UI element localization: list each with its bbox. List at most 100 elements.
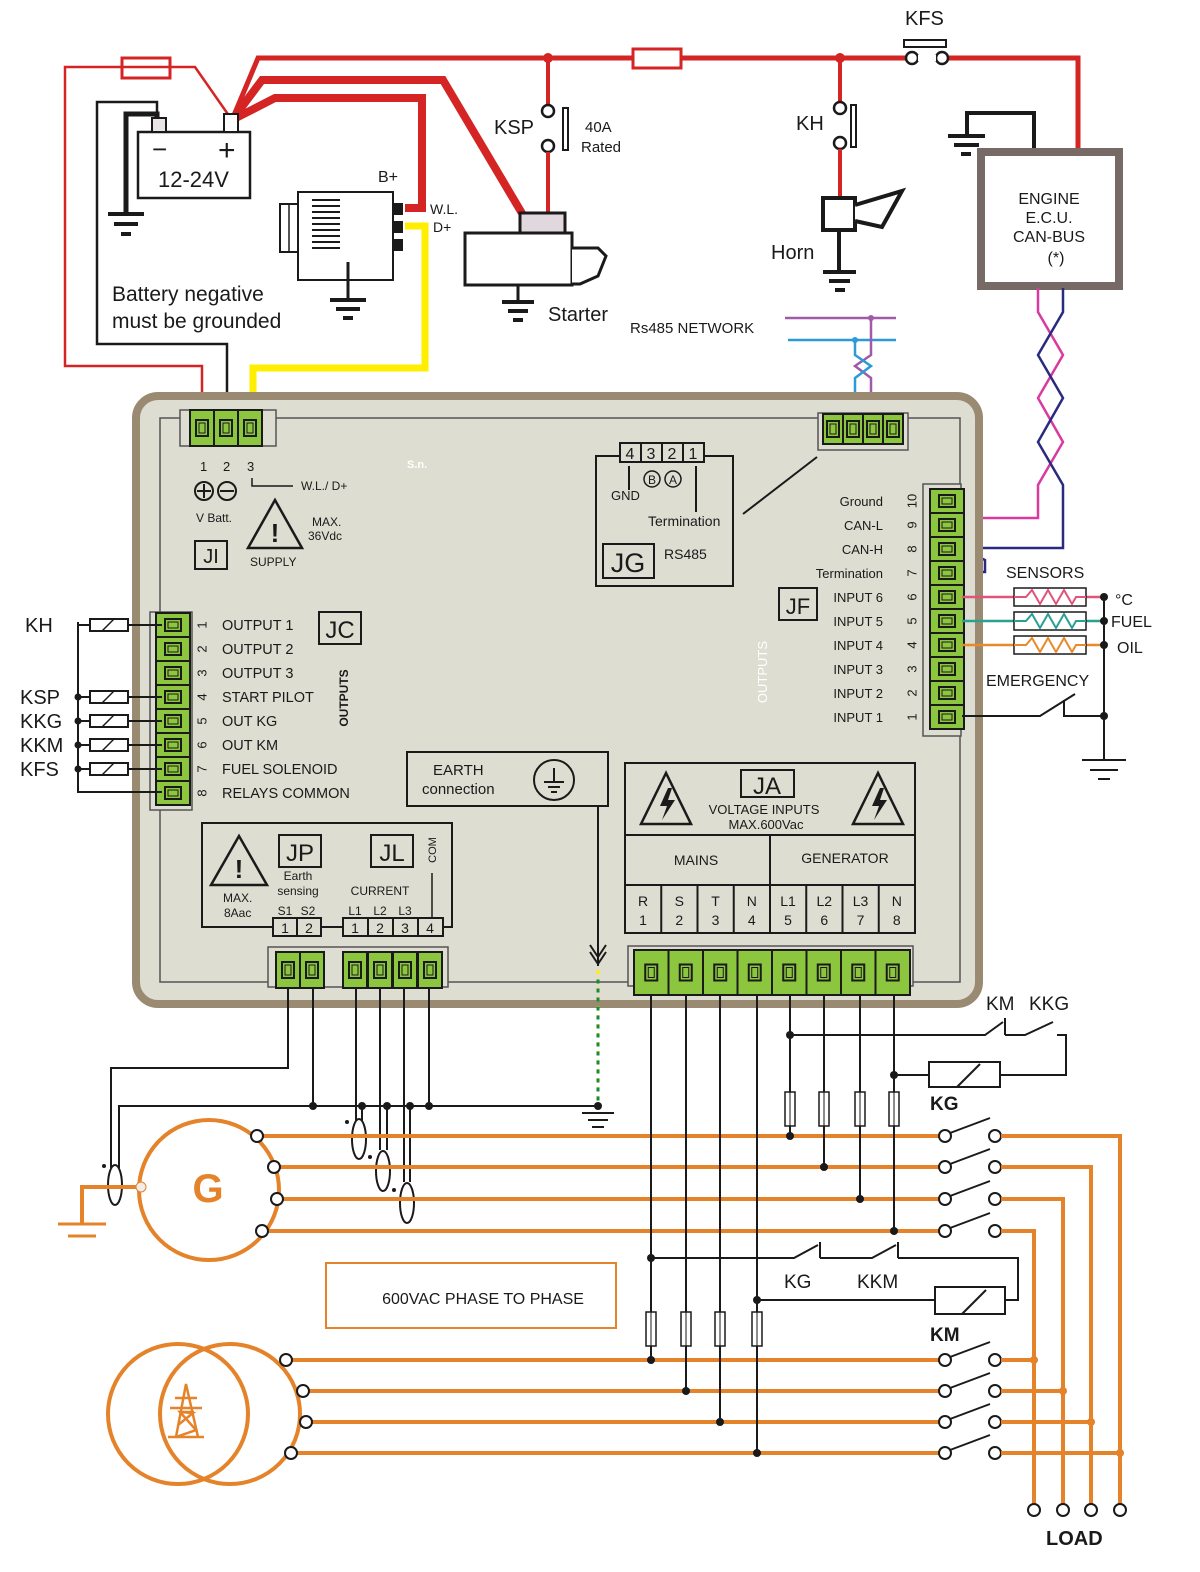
junction-dot	[852, 337, 858, 343]
jf-terminal-1[interactable]	[929, 704, 965, 730]
load-terminal	[1027, 1503, 1041, 1517]
jc-outputs-label: OUTPUTS	[337, 669, 351, 726]
contact-terminal	[938, 1224, 952, 1238]
contact-terminal	[938, 1353, 952, 1367]
ja-line1: VOLTAGE INPUTS	[709, 802, 820, 817]
horn-label: Horn	[771, 242, 814, 264]
ji-code: JI	[203, 546, 219, 568]
junction-dot	[74, 765, 82, 773]
junction-dot	[820, 1163, 828, 1171]
terminal-circle	[284, 1446, 298, 1460]
svg-text:!: !	[235, 854, 244, 884]
jf-pin-number: 1	[904, 713, 919, 720]
jp-jl-terminal-6[interactable]	[417, 951, 443, 989]
kg-coil-wire	[1000, 1034, 1067, 1076]
ja-terminal-7[interactable]	[840, 949, 877, 996]
kfs-gap	[918, 55, 936, 61]
km-contact-blade	[949, 1372, 991, 1389]
jp-jl-terminal-5[interactable]	[392, 951, 418, 989]
jf-terminal-2[interactable]	[929, 680, 965, 706]
junction-dot	[383, 1102, 391, 1110]
rs485-a-label: A	[669, 473, 677, 487]
battery-note-line2: must be grounded	[112, 310, 281, 333]
jp-earth-label: Earth	[284, 869, 313, 883]
contact-terminal	[988, 1446, 1002, 1460]
jl-l2-label: L2	[373, 904, 387, 918]
ja-column-label: L3	[853, 893, 869, 909]
ja-column-number: 7	[857, 912, 865, 928]
contact-terminal	[938, 1446, 952, 1460]
ja-column-label: L1	[780, 893, 796, 909]
jg-terminal-4[interactable]	[822, 413, 844, 445]
jf-terminal-10[interactable]	[929, 488, 965, 514]
terminal-circle	[279, 1353, 293, 1367]
jg-terminal-3[interactable]	[842, 413, 864, 445]
jp-code: JP	[286, 840, 314, 867]
jf-terminal-8[interactable]	[929, 536, 965, 562]
ja-terminal-2[interactable]	[667, 949, 704, 996]
load-terminal	[1056, 1503, 1070, 1517]
junction-dot	[74, 693, 82, 701]
ja-terminal-1[interactable]	[633, 949, 670, 996]
jc-pin-number: 8	[194, 789, 209, 796]
wiring-diagram: − + 12-24V B+ W.L. D+ Battery negative m…	[20, 8, 1152, 1550]
jl-pin-number: 4	[426, 920, 434, 936]
ecu-line2: E.C.U.	[1025, 210, 1072, 227]
ja-terminal-6[interactable]	[805, 949, 842, 996]
jf-terminal-5[interactable]	[929, 608, 965, 634]
contact-terminal	[988, 1224, 1002, 1238]
ja-terminal-4[interactable]	[736, 949, 773, 996]
km-nc-contact-icon	[791, 1021, 1004, 1036]
jp-jl-terminal-3[interactable]	[342, 951, 368, 989]
terminal-circle	[270, 1192, 284, 1206]
ji-terminal-1[interactable]	[189, 409, 215, 447]
jf-terminal-4[interactable]	[929, 632, 965, 658]
relay-label: KKM	[20, 735, 63, 757]
contact-terminal	[988, 1192, 1002, 1206]
jc-pin-number: 1	[194, 621, 209, 628]
junction-dot	[682, 1387, 690, 1395]
jf-terminal-9[interactable]	[929, 512, 965, 538]
alternator-wl-label: W.L.	[430, 201, 458, 217]
jf-input-label: Ground	[840, 494, 883, 509]
ac-power-section: G 600VAC PHASE TO PHASE KM KKG KG KG KKM…	[58, 970, 1127, 1550]
terminal-circle	[267, 1160, 281, 1174]
junction-dot	[406, 1102, 414, 1110]
ji-terminal-2[interactable]	[213, 409, 239, 447]
load-terminal	[1113, 1503, 1127, 1517]
ja-column-number: 3	[712, 912, 720, 928]
jf-terminal-7[interactable]	[929, 560, 965, 586]
kkg-contact-icon	[1005, 1021, 1054, 1036]
jg-terminal-1[interactable]	[882, 413, 904, 445]
power-pylon-icon	[168, 1383, 204, 1439]
jc-terminal-3[interactable]	[155, 660, 191, 686]
jg-name: RS485	[664, 546, 707, 562]
ji-terminal-3[interactable]	[237, 409, 263, 447]
jf-terminal-3[interactable]	[929, 656, 965, 682]
jp-jl-terminal-1[interactable]	[275, 951, 301, 989]
svg-text:!: !	[271, 518, 280, 548]
ja-column-label: T	[711, 893, 720, 909]
ecu-line4: (*)	[1048, 250, 1065, 267]
ja-terminal-5[interactable]	[771, 949, 808, 996]
jg-termination-label: Termination	[648, 513, 720, 529]
jf-input-label: CAN-H	[842, 542, 883, 557]
jg-pin-label: 2	[668, 446, 677, 463]
sensor-section: SENSORS °C FUEL OIL EMERGENCY	[962, 565, 1152, 780]
jc-terminal-2[interactable]	[155, 636, 191, 662]
jp-jl-terminal-4[interactable]	[367, 951, 393, 989]
jg-pin-label: 1	[689, 446, 698, 463]
jp-jl-terminal-2[interactable]	[299, 951, 325, 989]
ja-terminal-3[interactable]	[702, 949, 739, 996]
junction-dot	[1116, 1449, 1124, 1457]
terminal-circle	[255, 1224, 269, 1238]
relay-label: KFS	[20, 759, 59, 781]
jf-terminal-6[interactable]	[929, 584, 965, 610]
jl-l1-label: L1	[348, 904, 362, 918]
jg-pin-label: 4	[626, 446, 635, 463]
jg-terminal-2[interactable]	[862, 413, 884, 445]
kh-label: KH	[796, 113, 824, 135]
fused-supply-wire	[63, 65, 234, 410]
junction-dot	[1100, 593, 1108, 601]
ja-terminal-8[interactable]	[874, 949, 911, 996]
